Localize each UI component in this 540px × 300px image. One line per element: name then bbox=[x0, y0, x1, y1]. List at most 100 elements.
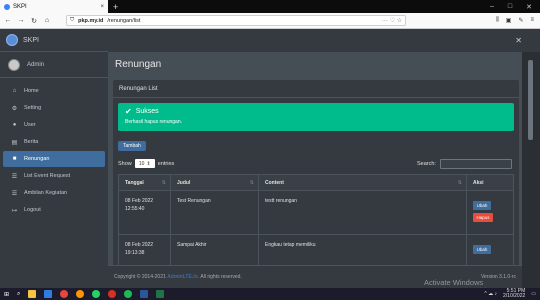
tray-icons[interactable]: ^ ☁ ♪ bbox=[484, 291, 497, 297]
clock[interactable]: 5:51 PM 2/10/2022 bbox=[503, 289, 525, 299]
new-tab-button[interactable]: + bbox=[113, 2, 118, 12]
column-label: Aksi bbox=[473, 179, 484, 186]
renungan-table: Tanggal ⇅ Judul ⇅ Content ⇅ Aksi 08 Feb 202… bbox=[118, 174, 514, 279]
browser-tab[interactable]: SKPI × bbox=[0, 0, 108, 13]
user-panel[interactable]: Admin bbox=[0, 52, 108, 78]
sidebar-item-label: Berita bbox=[24, 139, 39, 145]
menu-icon[interactable]: ≡ bbox=[530, 17, 534, 24]
sidebar-item-label: Renungan bbox=[24, 156, 50, 162]
extension-icon[interactable]: ✎ bbox=[518, 17, 523, 24]
add-button[interactable]: Tambah bbox=[118, 141, 146, 151]
table-header-row: Tanggal ⇅ Judul ⇅ Content ⇅ Aksi bbox=[118, 174, 514, 191]
copyright-suffix: All rights reserved. bbox=[200, 274, 242, 280]
entries-label: entries bbox=[157, 160, 175, 167]
close-window-button[interactable]: ✕ bbox=[526, 3, 532, 11]
forward-icon[interactable]: → bbox=[16, 17, 26, 24]
edit-button[interactable]: Ubah bbox=[473, 201, 491, 210]
delete-button[interactable]: Hapus bbox=[473, 213, 493, 222]
entries-length: Show 10 ⇕ entries bbox=[118, 159, 174, 168]
excel-icon[interactable] bbox=[156, 290, 165, 298]
copyright-prefix: Copyright © 2014-2021 bbox=[114, 274, 166, 280]
browser-tab-bar: SKPI × + – □ ✕ bbox=[0, 0, 540, 13]
file-explorer-icon[interactable] bbox=[28, 290, 37, 298]
system-tray: ^ ☁ ♪ 5:51 PM 2/10/2022 ▭ bbox=[484, 289, 536, 299]
search-icon[interactable]: ⌕ bbox=[17, 291, 20, 298]
firefox-icon[interactable] bbox=[76, 290, 85, 298]
taskbar-app-icon[interactable] bbox=[124, 290, 133, 298]
scrollbar-thumb[interactable] bbox=[528, 60, 533, 140]
main-content: Renungan Renungan List ✔ Sukses Berhasil… bbox=[108, 52, 522, 288]
page-actions[interactable]: ··· ♡ ☆ bbox=[382, 17, 402, 24]
sidebar-item-renungan[interactable]: ■ Renungan bbox=[3, 151, 105, 167]
fullscreen-close-icon[interactable]: ✕ bbox=[515, 36, 522, 45]
minimize-button[interactable]: – bbox=[490, 3, 494, 11]
show-label: Show bbox=[118, 160, 132, 167]
maximize-button[interactable]: □ bbox=[508, 3, 512, 11]
sidebar-item-home[interactable]: ⌂ Home bbox=[3, 83, 105, 99]
edit-button[interactable]: Ubah bbox=[473, 245, 491, 254]
word-icon[interactable] bbox=[140, 290, 149, 298]
sidebar: Admin ⌂ Home ⚙ Setting ● User ▤ Berita ■ Renu… bbox=[0, 52, 108, 288]
gears-icon: ⚙ bbox=[11, 105, 18, 112]
footer-brand-link[interactable]: AdminLTE.io. bbox=[167, 274, 199, 280]
back-icon[interactable]: ← bbox=[3, 17, 13, 24]
list-icon: ☰ bbox=[11, 190, 18, 197]
search-input[interactable] bbox=[439, 159, 512, 169]
check-icon: ✔ bbox=[125, 107, 132, 116]
sidebar-item-ambilan-kegiatan[interactable]: ☰ Ambilan Kegiatan bbox=[3, 185, 105, 201]
book-icon: ■ bbox=[12, 156, 17, 162]
card-header: Renungan List bbox=[113, 80, 519, 98]
tab-close-button[interactable]: × bbox=[100, 4, 104, 10]
library-icon[interactable]: ⫼ bbox=[496, 17, 499, 24]
notification-icon[interactable]: ▭ bbox=[531, 291, 536, 297]
whatsapp-icon[interactable] bbox=[92, 290, 101, 298]
address-bar[interactable]: ⛉ pkp.my.id /renungan/list ··· ♡ ☆ bbox=[66, 15, 406, 26]
success-alert: ✔ Sukses Berhasil hapus renungan. bbox=[118, 103, 514, 131]
url-host: pkp.my.id bbox=[78, 17, 104, 24]
search-label: Search: bbox=[417, 161, 436, 167]
sidebar-nav: ⌂ Home ⚙ Setting ● User ▤ Berita ■ Renungan ☰… bbox=[0, 83, 108, 218]
brand-logo-icon bbox=[6, 34, 18, 46]
home-page-icon[interactable]: ⌂ bbox=[42, 17, 52, 24]
entries-select[interactable]: 10 ⇕ bbox=[134, 159, 155, 168]
avatar bbox=[8, 58, 20, 71]
sidebar-item-label: List Event Request bbox=[24, 173, 71, 179]
user-name: Admin bbox=[27, 61, 45, 68]
sidebar-item-label: User bbox=[24, 122, 36, 128]
reload-icon[interactable]: ↻ bbox=[29, 17, 39, 25]
clock-date: 2/10/2022 bbox=[503, 293, 526, 299]
column-label: Tanggal bbox=[125, 179, 144, 186]
column-header-content[interactable]: Content ⇅ bbox=[258, 174, 467, 191]
page-scrollbar[interactable] bbox=[522, 52, 540, 288]
sidebar-item-berita[interactable]: ▤ Berita bbox=[3, 134, 105, 150]
chrome-icon[interactable] bbox=[60, 290, 69, 298]
cell-aksi: Ubah Hapus bbox=[466, 190, 514, 235]
windows-start-icon[interactable]: ⊞ bbox=[4, 291, 9, 298]
logout-icon: ↦ bbox=[11, 207, 18, 214]
sidebar-toggle-icon[interactable]: ▣ bbox=[506, 17, 512, 24]
sidebar-item-label: Ambilan Kegiatan bbox=[24, 190, 68, 196]
brand[interactable]: SKPI bbox=[0, 29, 108, 52]
column-header-tanggal[interactable]: Tanggal ⇅ bbox=[118, 174, 171, 191]
sort-icon: ⇅ bbox=[457, 179, 462, 186]
window-controls: – □ ✕ bbox=[490, 3, 532, 11]
newspaper-icon: ▤ bbox=[11, 139, 18, 146]
entries-select-value: 10 bbox=[138, 160, 145, 167]
column-label: Judul bbox=[177, 179, 191, 186]
renungan-card: Renungan List ✔ Sukses Berhasil hapus re… bbox=[113, 80, 519, 288]
alert-title-row: ✔ Sukses bbox=[125, 107, 507, 116]
taskbar-app-icon[interactable] bbox=[44, 290, 53, 298]
sidebar-item-setting[interactable]: ⚙ Setting bbox=[3, 100, 105, 116]
app-topbar: SKPI ✕ bbox=[0, 29, 540, 52]
user-icon: ● bbox=[12, 122, 17, 128]
sidebar-item-label: Home bbox=[24, 88, 39, 94]
sidebar-item-logout[interactable]: ↦ Logout bbox=[3, 202, 105, 218]
column-header-judul[interactable]: Judul ⇅ bbox=[170, 174, 259, 191]
sidebar-item-list-event-request[interactable]: ☰ List Event Request bbox=[3, 168, 105, 184]
cell-judul: Test Renungan bbox=[170, 190, 259, 235]
browser-nav-bar: ← → ↻ ⌂ ⛉ pkp.my.id /renungan/list ··· ♡… bbox=[0, 13, 540, 29]
brand-text: SKPI bbox=[23, 36, 39, 44]
sort-icon: ⇅ bbox=[161, 179, 166, 186]
taskbar-app-icon[interactable] bbox=[108, 290, 117, 298]
sidebar-item-user[interactable]: ● User bbox=[3, 117, 105, 133]
